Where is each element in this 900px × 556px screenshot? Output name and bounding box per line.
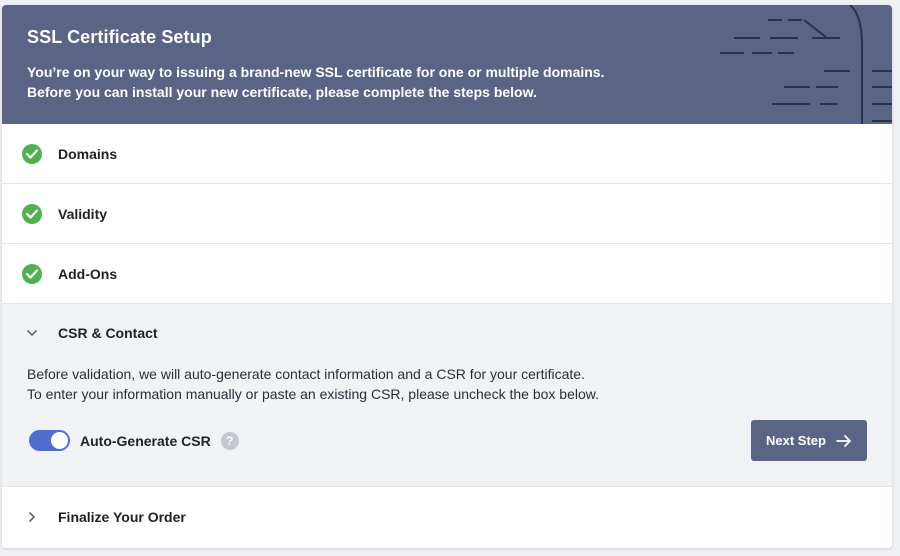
arrow-right-icon [836,434,852,447]
auto-generate-csr-label: Auto-Generate CSR [80,432,211,449]
ssl-setup-card: SSL Certificate Setup You’re on your way… [2,5,892,548]
step-finalize-order[interactable]: Finalize Your Order [2,487,892,547]
csr-description-line2: To enter your information manually or pa… [27,386,599,402]
step-csr-contact: CSR & Contact Before validation, we will… [2,304,892,487]
header-decoration-graphic [720,5,892,124]
step-domains[interactable]: Domains [2,124,892,184]
csr-description-line1: Before validation, we will auto-generate… [27,366,585,382]
check-icon [22,203,42,224]
step-label: Finalize Your Order [58,509,186,525]
next-step-button[interactable]: Next Step [751,420,867,461]
chevron-right-icon [22,507,42,527]
check-icon [22,143,42,164]
step-label: CSR & Contact [58,324,158,341]
csr-controls-row: Auto-Generate CSR ? Next Step [27,420,867,461]
check-icon [22,263,42,284]
auto-generate-toggle-group: Auto-Generate CSR ? [27,430,239,451]
toggle-knob [51,432,68,449]
step-csr-contact-header[interactable]: CSR & Contact [2,304,892,361]
step-add-ons[interactable]: Add-Ons [2,244,892,304]
chevron-down-icon [22,323,42,343]
help-icon[interactable]: ? [220,431,239,450]
step-label: Add-Ons [58,265,118,282]
next-step-label: Next Step [766,433,826,448]
step-validity[interactable]: Validity [2,184,892,244]
csr-panel: Before validation, we will auto-generate… [2,364,892,486]
auto-generate-csr-toggle[interactable] [29,430,70,451]
step-label: Validity [58,205,108,222]
step-label: Domains [58,145,118,162]
setup-header: SSL Certificate Setup You’re on your way… [2,5,892,124]
